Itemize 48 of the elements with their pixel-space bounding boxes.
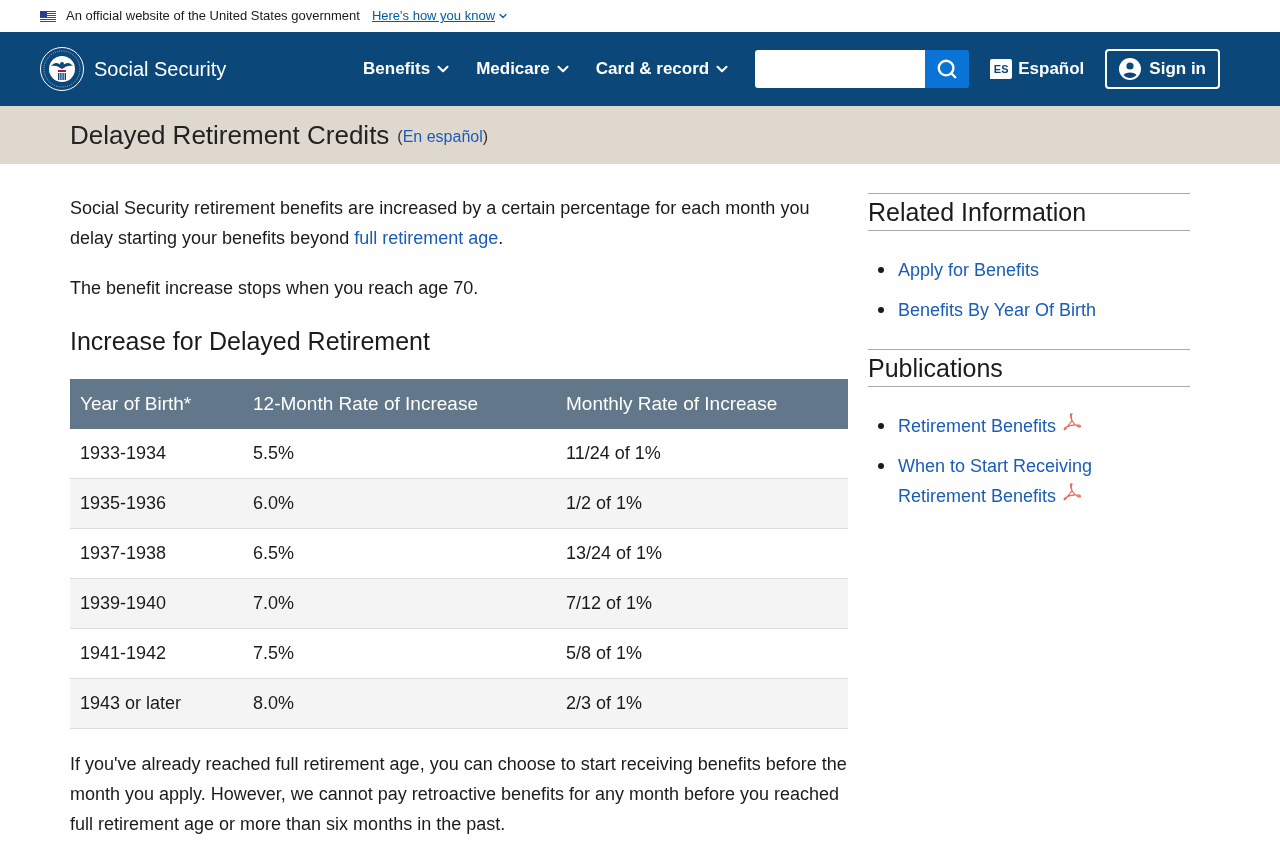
section-heading: Increase for Delayed Retirement xyxy=(70,326,431,357)
table-cell: 1/2 of 1% xyxy=(556,479,848,529)
home-link[interactable]: Social Security xyxy=(40,47,227,91)
table-cell: 1939-1940 xyxy=(70,579,243,629)
table-cell: 8.0% xyxy=(243,679,556,729)
page-title: Delayed Retirement Credits xyxy=(70,118,390,152)
table-cell: 1935-1936 xyxy=(70,479,243,529)
table-cell: 7.0% xyxy=(243,579,556,629)
sign-in-button[interactable]: Sign in xyxy=(1105,49,1220,89)
column-header: Monthly Rate of Increase xyxy=(556,379,848,429)
sidebar-heading: Publications xyxy=(868,349,1190,387)
search-field[interactable] xyxy=(755,50,926,88)
search-button[interactable] xyxy=(925,50,970,88)
paragraph: The benefit increase stops when you reach age 70. xyxy=(70,277,480,300)
bullet-icon xyxy=(878,463,884,469)
gov-banner-text: An official website of the United States government xyxy=(66,7,360,26)
table-cell: 1943 or later xyxy=(70,679,243,729)
table-cell: 7/12 of 1% xyxy=(556,579,848,629)
nav-menu-button[interactable]: Card & record xyxy=(595,56,732,82)
bullet-icon xyxy=(878,423,884,429)
seal-logo xyxy=(40,47,84,91)
search-icon xyxy=(936,58,959,80)
bullet-icon xyxy=(878,267,884,273)
text-link[interactable]: full retirement age xyxy=(354,228,499,248)
sidebar-link[interactable]: When to Start Receiving Retirement Benefits xyxy=(898,451,1158,511)
sidebar-link[interactable]: Benefits By Year Of Birth xyxy=(898,295,1097,325)
paragraph: Social Security retirement benefits are increased by a certain percentage for each month you delay starting your benefits beyond full retirement age. xyxy=(70,197,811,250)
sidebar-link[interactable]: Retirement Benefits xyxy=(898,411,1083,441)
how-you-know-link[interactable]: Here's how you know xyxy=(371,6,510,26)
parenthesis-text: ( xyxy=(397,127,403,147)
nav-menu-button[interactable]: Medicare xyxy=(476,56,572,82)
pdf-icon xyxy=(1062,482,1083,502)
language-badge: ES xyxy=(990,59,1013,79)
flag-icon xyxy=(40,10,56,22)
column-header: Year of Birth* xyxy=(70,379,243,429)
parenthesis-text: ) xyxy=(482,127,489,147)
column-header: 12-Month Rate of Increase xyxy=(243,379,556,429)
table-cell: 6.0% xyxy=(243,479,556,529)
sidebar-link[interactable]: Apply for Benefits xyxy=(898,255,1040,285)
table-cell: 2/3 of 1% xyxy=(556,679,848,729)
spanish-page-link[interactable]: En español xyxy=(402,125,483,149)
paragraph: If you've already reached full retirement age, you can choose to start receiving benefits before the month you apply. However, we cannot pay retroactive benefits for any month before you reached full retirement age or more than six months in the past. xyxy=(70,753,848,836)
nav-menu-button[interactable]: Benefits xyxy=(363,56,453,82)
sidebar-heading: Related Information xyxy=(868,193,1190,231)
bullet-icon xyxy=(878,307,884,313)
user-icon xyxy=(1119,58,1142,80)
pdf-icon xyxy=(1062,412,1083,432)
language-link[interactable]: ES Español xyxy=(990,56,1085,82)
